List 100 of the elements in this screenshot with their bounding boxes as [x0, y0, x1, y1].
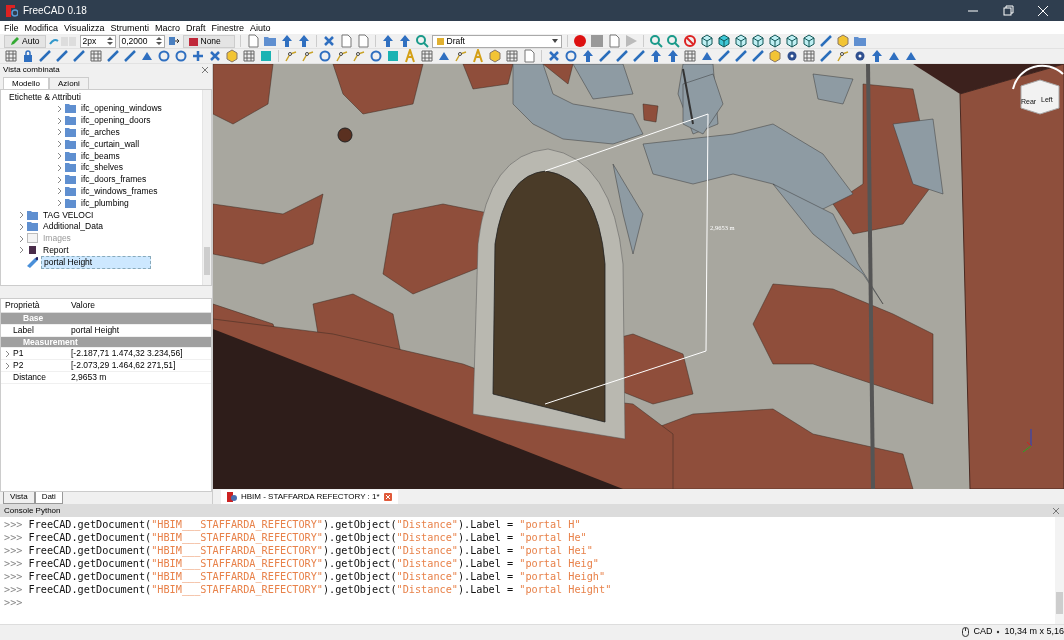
chevron-icon[interactable]: [5, 349, 10, 358]
circle-icon[interactable]: [564, 49, 578, 63]
line-icon[interactable]: [717, 49, 731, 63]
tree-item[interactable]: Report: [41, 244, 71, 256]
line-icon[interactable]: [818, 34, 833, 48]
chevron-icon[interactable]: [57, 199, 62, 208]
wireframe-cube-icon[interactable]: [733, 34, 748, 48]
circle-icon[interactable]: [318, 49, 332, 63]
arrow-icon[interactable]: [397, 34, 412, 48]
stop-icon[interactable]: [589, 34, 604, 48]
line-icon[interactable]: [598, 49, 612, 63]
wireframe-cube-icon[interactable]: [750, 34, 765, 48]
chevron-icon[interactable]: [19, 234, 24, 243]
polyline-icon[interactable]: [301, 49, 315, 63]
draw-style-button[interactable]: Auto: [4, 34, 46, 48]
line-icon[interactable]: [72, 49, 86, 63]
cross-icon[interactable]: [321, 34, 336, 48]
tree-item[interactable]: portal Height: [41, 255, 151, 269]
polyline-icon[interactable]: [352, 49, 366, 63]
menu-item[interactable]: Macro: [154, 21, 180, 34]
line-icon[interactable]: [819, 49, 833, 63]
wireframe-cube-icon[interactable]: [784, 34, 799, 48]
prohibited-icon[interactable]: [682, 34, 697, 48]
polyline-icon[interactable]: [454, 49, 468, 63]
property-value[interactable]: 2,9653 m: [69, 371, 211, 384]
tree-item[interactable]: ifc_arches: [79, 127, 122, 138]
chevron-icon[interactable]: [19, 222, 24, 231]
line-icon[interactable]: [632, 49, 646, 63]
grid-icon[interactable]: [4, 49, 18, 63]
circle-icon[interactable]: [369, 49, 383, 63]
menu-item[interactable]: Finestre: [211, 21, 244, 34]
chevron-icon[interactable]: [57, 104, 62, 113]
navigation-style[interactable]: CAD: [973, 625, 993, 639]
scrollbar[interactable]: [202, 90, 211, 285]
arrow-icon[interactable]: [279, 34, 294, 48]
cross-icon[interactable]: [547, 49, 561, 63]
polyline-icon[interactable]: [836, 49, 850, 63]
panel-tab[interactable]: Vista: [3, 492, 35, 504]
lock-icon[interactable]: [21, 49, 35, 63]
grid-icon[interactable]: [89, 49, 103, 63]
grid-icon[interactable]: [242, 49, 256, 63]
plus-icon[interactable]: [191, 49, 205, 63]
grid-icon[interactable]: [505, 49, 519, 63]
chevron-icon[interactable]: [57, 140, 62, 149]
square-icon[interactable]: [386, 49, 400, 63]
grid-icon[interactable]: [802, 49, 816, 63]
arrow-icon[interactable]: [870, 49, 884, 63]
line-icon[interactable]: [615, 49, 629, 63]
arrow-icon[interactable]: [581, 49, 595, 63]
tree-item[interactable]: ifc_beams: [79, 150, 122, 162]
tree-item[interactable]: TAG VELOCI: [41, 209, 96, 221]
menu-item[interactable]: Draft: [185, 21, 206, 34]
tree-item[interactable]: ifc_opening_windows: [79, 103, 164, 115]
menu-item[interactable]: Modifica: [24, 21, 59, 34]
chevron-icon[interactable]: [57, 163, 62, 172]
chevron-icon[interactable]: [19, 246, 24, 255]
line-icon[interactable]: [751, 49, 765, 63]
scrollbar[interactable]: [1055, 517, 1064, 624]
circle-icon[interactable]: [174, 49, 188, 63]
property-value[interactable]: portal Height: [69, 323, 211, 337]
tree-item[interactable]: ifc_plumbing: [79, 197, 131, 209]
chevron-icon[interactable]: [57, 175, 62, 184]
line-icon[interactable]: [106, 49, 120, 63]
grid-icon[interactable]: [683, 49, 697, 63]
property-value[interactable]: [-2.073,29 1.464,62 271,51]: [69, 359, 211, 372]
point-size-spinbox[interactable]: 0,2000: [118, 34, 165, 48]
wireframe-cube-icon[interactable]: [699, 34, 714, 48]
panel-tab[interactable]: Azioni: [49, 77, 89, 89]
record-icon[interactable]: [572, 34, 587, 48]
polyline-icon[interactable]: [284, 49, 298, 63]
line-icon[interactable]: [55, 49, 69, 63]
polyline-icon[interactable]: [335, 49, 349, 63]
cross-icon[interactable]: [208, 49, 222, 63]
line-icon[interactable]: [38, 49, 52, 63]
square-icon[interactable]: [259, 49, 273, 63]
menu-item[interactable]: Visualizza: [64, 21, 105, 34]
grid-icon[interactable]: [420, 49, 434, 63]
tree-item[interactable]: ifc_opening_doors: [79, 115, 153, 127]
magnifier-icon[interactable]: [665, 34, 680, 48]
arrow-icon[interactable]: [649, 49, 663, 63]
panel-tab[interactable]: Modello: [3, 77, 49, 89]
line-icon[interactable]: [123, 49, 137, 63]
wireframe-cube-icon[interactable]: [767, 34, 782, 48]
arrow-icon[interactable]: [380, 34, 395, 48]
tree-item[interactable]: ifc_shelves: [79, 162, 126, 174]
panel-tab[interactable]: Dati: [34, 492, 63, 504]
line-width-spinbox[interactable]: 2px: [79, 34, 116, 48]
tree-item[interactable]: ifc_curtain_wall: [79, 138, 142, 150]
tree-item[interactable]: ifc_windows_frames: [79, 185, 160, 197]
chevron-icon[interactable]: [19, 211, 24, 220]
document-tab[interactable]: HBIM - STAFFARDA REFECTORY : 1*: [221, 490, 398, 504]
wireframe-cube-icon[interactable]: [801, 34, 816, 48]
apply-style-icon[interactable]: [167, 35, 180, 47]
cube-icon[interactable]: [716, 34, 731, 48]
magnifier-icon[interactable]: [414, 34, 429, 48]
line-icon[interactable]: [734, 49, 748, 63]
chevron-icon[interactable]: [57, 128, 62, 137]
color-button[interactable]: None: [182, 34, 235, 48]
navigation-cube[interactable]: [1012, 64, 1064, 115]
line-style-icon[interactable]: [48, 35, 77, 47]
